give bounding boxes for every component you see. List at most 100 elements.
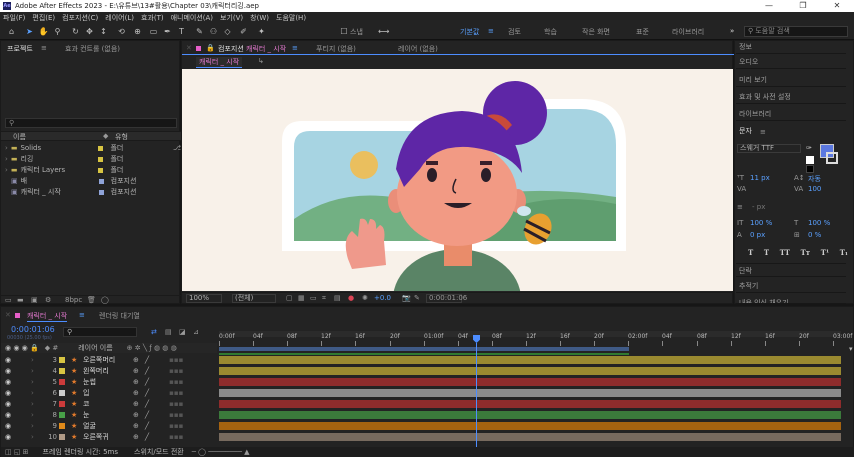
- layer-row[interactable]: ◉ › 5 ★ 눈썹 ⊕ ╱ ▪▪▪: [1, 377, 217, 387]
- rotate-tool-icon[interactable]: ⟲: [116, 26, 127, 37]
- project-settings-icon[interactable]: ⚙: [45, 296, 51, 304]
- panel-content-aware-fill[interactable]: 내용 인식 채우기: [736, 296, 846, 304]
- close-tab-icon[interactable]: ✕: [186, 44, 192, 52]
- pen-tool-icon[interactable]: ✒: [162, 26, 173, 37]
- quality-switch-icon[interactable]: ╱: [145, 433, 149, 441]
- viewer-timecode[interactable]: 0:00:01:06: [426, 294, 467, 303]
- comp-panel-menu-icon[interactable]: ≡: [292, 44, 298, 52]
- expand-layer-icon[interactable]: ›: [31, 422, 34, 430]
- switch-boxes[interactable]: ▪▪▪: [169, 422, 183, 430]
- switch-boxes[interactable]: ▪▪▪: [169, 356, 183, 364]
- small-caps-button[interactable]: Tт: [801, 248, 811, 257]
- column-type[interactable]: 유형: [115, 132, 128, 142]
- snap-checkbox-icon[interactable]: ☐: [340, 26, 348, 37]
- lock-icon[interactable]: 🔒: [206, 44, 215, 52]
- resolution-select[interactable]: (전체): [232, 294, 276, 303]
- label-swatch[interactable]: [98, 178, 104, 184]
- workspace-standard[interactable]: 표준: [636, 27, 649, 37]
- stroke-color-swatch[interactable]: [826, 152, 838, 164]
- eyedropper-icon[interactable]: ✑: [806, 144, 812, 152]
- panel-libraries[interactable]: 라이브러리: [736, 107, 846, 121]
- faux-bold-button[interactable]: T: [748, 248, 753, 257]
- help-search-input[interactable]: ⚲ 도움말 검색: [744, 26, 848, 37]
- quality-switch-icon[interactable]: ╱: [145, 356, 149, 364]
- layer-label-color[interactable]: [59, 401, 65, 407]
- vertical-scale-value[interactable]: 100 %: [750, 219, 772, 227]
- color-channels-icon[interactable]: ●: [348, 294, 354, 302]
- layer-duration-bar[interactable]: [219, 400, 841, 408]
- visibility-eye-icon[interactable]: ◉: [5, 356, 11, 364]
- shy-switch-icon[interactable]: ⊕: [133, 411, 139, 419]
- switch-boxes[interactable]: ▪▪▪: [169, 400, 183, 408]
- label-swatch[interactable]: [98, 156, 104, 162]
- roto-brush-icon[interactable]: ✐: [238, 26, 249, 37]
- anchor-tool-icon[interactable]: ⊕: [132, 26, 143, 37]
- workspace-default[interactable]: 기본값: [460, 27, 479, 37]
- expand-layer-icon[interactable]: ›: [31, 411, 34, 419]
- expand-layer-icon[interactable]: ›: [31, 378, 34, 386]
- expand-icon[interactable]: ›: [5, 166, 8, 174]
- layer-label-color[interactable]: [59, 368, 65, 374]
- expand-layer-icon[interactable]: ›: [31, 433, 34, 441]
- layer-row[interactable]: ◉ › 6 ★ 입 ⊕ ╱ ▪▪▪: [1, 388, 217, 398]
- layer-label-color[interactable]: [59, 390, 65, 396]
- quality-switch-icon[interactable]: ╱: [145, 389, 149, 397]
- menu-animation[interactable]: 애니메이션(A): [171, 13, 213, 23]
- workspace-review[interactable]: 검토: [508, 27, 521, 37]
- layer-duration-bar[interactable]: [219, 389, 841, 397]
- layer-name[interactable]: 오른쪽귀: [83, 432, 129, 442]
- layer-row[interactable]: ◉ › 8 ★ 눈 ⊕ ╱ ▪▪▪: [1, 410, 217, 420]
- shy-switch-icon[interactable]: ⊕: [133, 422, 139, 430]
- layer-row[interactable]: ◉ › 7 ★ 코 ⊕ ╱ ▪▪▪: [1, 399, 217, 409]
- comp-marker-icon[interactable]: ▾: [849, 345, 853, 353]
- menu-effect[interactable]: 효과(T): [141, 13, 164, 23]
- list-item[interactable]: › ▬ Solids 폴더: [1, 143, 181, 153]
- expand-icon[interactable]: ›: [5, 144, 8, 152]
- label-column-icon[interactable]: ◆: [103, 132, 108, 140]
- visibility-eye-icon[interactable]: ◉: [5, 411, 11, 419]
- visibility-eye-icon[interactable]: ◉: [5, 400, 11, 408]
- switch-boxes[interactable]: ▪▪▪: [169, 378, 183, 386]
- composition-viewer[interactable]: [182, 69, 733, 291]
- breadcrumb[interactable]: 캐릭터 _ 시작: [196, 57, 243, 68]
- panel-tracker[interactable]: 추적기: [736, 279, 846, 293]
- work-area-range[interactable]: [219, 347, 629, 351]
- menu-edit[interactable]: 편집(E): [32, 13, 55, 23]
- list-item[interactable]: ▣ 캐릭터 _ 시작 컴포지션: [1, 187, 181, 197]
- maximize-button[interactable]: ❐: [786, 0, 820, 12]
- new-folder-icon[interactable]: ▬: [17, 296, 24, 304]
- shy-switch-icon[interactable]: ⊕: [133, 378, 139, 386]
- layer-duration-bar[interactable]: [219, 378, 841, 386]
- all-caps-button[interactable]: TT: [780, 248, 790, 257]
- timeline-menu-icon[interactable]: ≡: [79, 311, 85, 319]
- tab-layer[interactable]: 레이어 (없음): [398, 44, 438, 54]
- panel-audio[interactable]: 오디오: [736, 55, 846, 69]
- menu-help[interactable]: 도움말(H): [276, 13, 306, 23]
- horizontal-scale-value[interactable]: 100 %: [808, 219, 830, 227]
- black-swatch[interactable]: [806, 165, 814, 173]
- layer-duration-bar[interactable]: [219, 422, 841, 430]
- tab-project[interactable]: 프로젝트: [7, 44, 33, 54]
- layer-name[interactable]: 코: [83, 399, 129, 409]
- label-swatch[interactable]: [98, 189, 104, 195]
- character-menu-icon[interactable]: ≡: [760, 128, 766, 136]
- draft-3d-icon[interactable]: ⇄: [151, 328, 157, 336]
- visibility-eye-icon[interactable]: ◉: [5, 389, 11, 397]
- clone-stamp-icon[interactable]: ⚇: [208, 26, 219, 37]
- close-button[interactable]: ✕: [820, 0, 854, 12]
- rectangle-tool-icon[interactable]: ▭: [148, 26, 159, 37]
- list-item[interactable]: › ▬ 리깅 폴더: [1, 154, 181, 164]
- layer-label-color[interactable]: [59, 357, 65, 363]
- shy-switch-icon[interactable]: ⊕: [133, 400, 139, 408]
- bit-depth-label[interactable]: 8bpc: [65, 296, 82, 304]
- layer-name[interactable]: 왼쪽머리: [83, 366, 129, 376]
- 3d-view-icon[interactable]: ▤: [334, 294, 341, 302]
- visibility-eye-icon[interactable]: ◉: [5, 378, 11, 386]
- quality-switch-icon[interactable]: ╱: [145, 422, 149, 430]
- layer-row[interactable]: ◉ › 3 ★ 오른쪽머리 ⊕ ╱ ▪▪▪: [1, 355, 217, 365]
- quality-switch-icon[interactable]: ╱: [145, 378, 149, 386]
- panel-effects-presets[interactable]: 효과 및 사전 설정: [736, 90, 846, 104]
- region-of-interest-icon[interactable]: ▢: [286, 294, 293, 302]
- workspace-libraries[interactable]: 라이브러리: [672, 27, 704, 37]
- panel-preview[interactable]: 미리 보기: [736, 73, 846, 87]
